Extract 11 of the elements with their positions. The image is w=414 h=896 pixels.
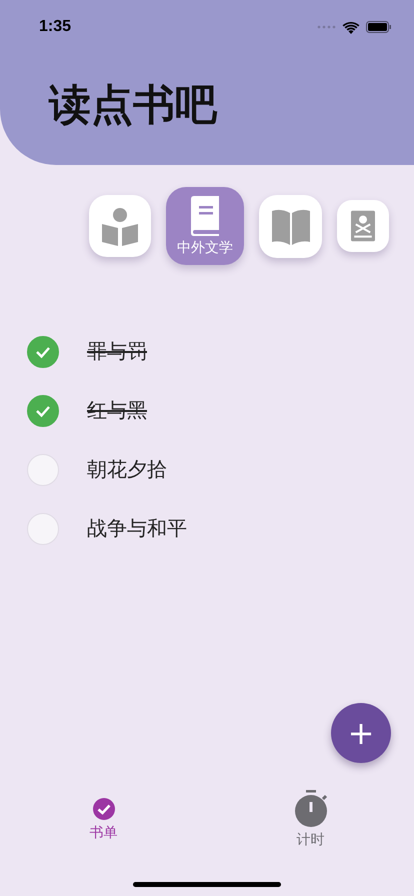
add-button[interactable]: + (331, 703, 391, 763)
category-label: 中外文学 (177, 238, 233, 256)
book-title: 罪与罚 (87, 338, 147, 365)
status-time: 1:35 (39, 18, 72, 36)
book-title: 战争与和平 (87, 515, 187, 542)
book-title: 朝花夕拾 (87, 456, 167, 483)
category-button[interactable]: 中外文学 (166, 187, 244, 265)
tab-button[interactable]: 计时 (207, 790, 414, 849)
page-title: 读点书吧 (49, 79, 218, 131)
tab-button[interactable]: 书单 (0, 790, 207, 842)
book-title: 红与黑 (87, 397, 147, 424)
